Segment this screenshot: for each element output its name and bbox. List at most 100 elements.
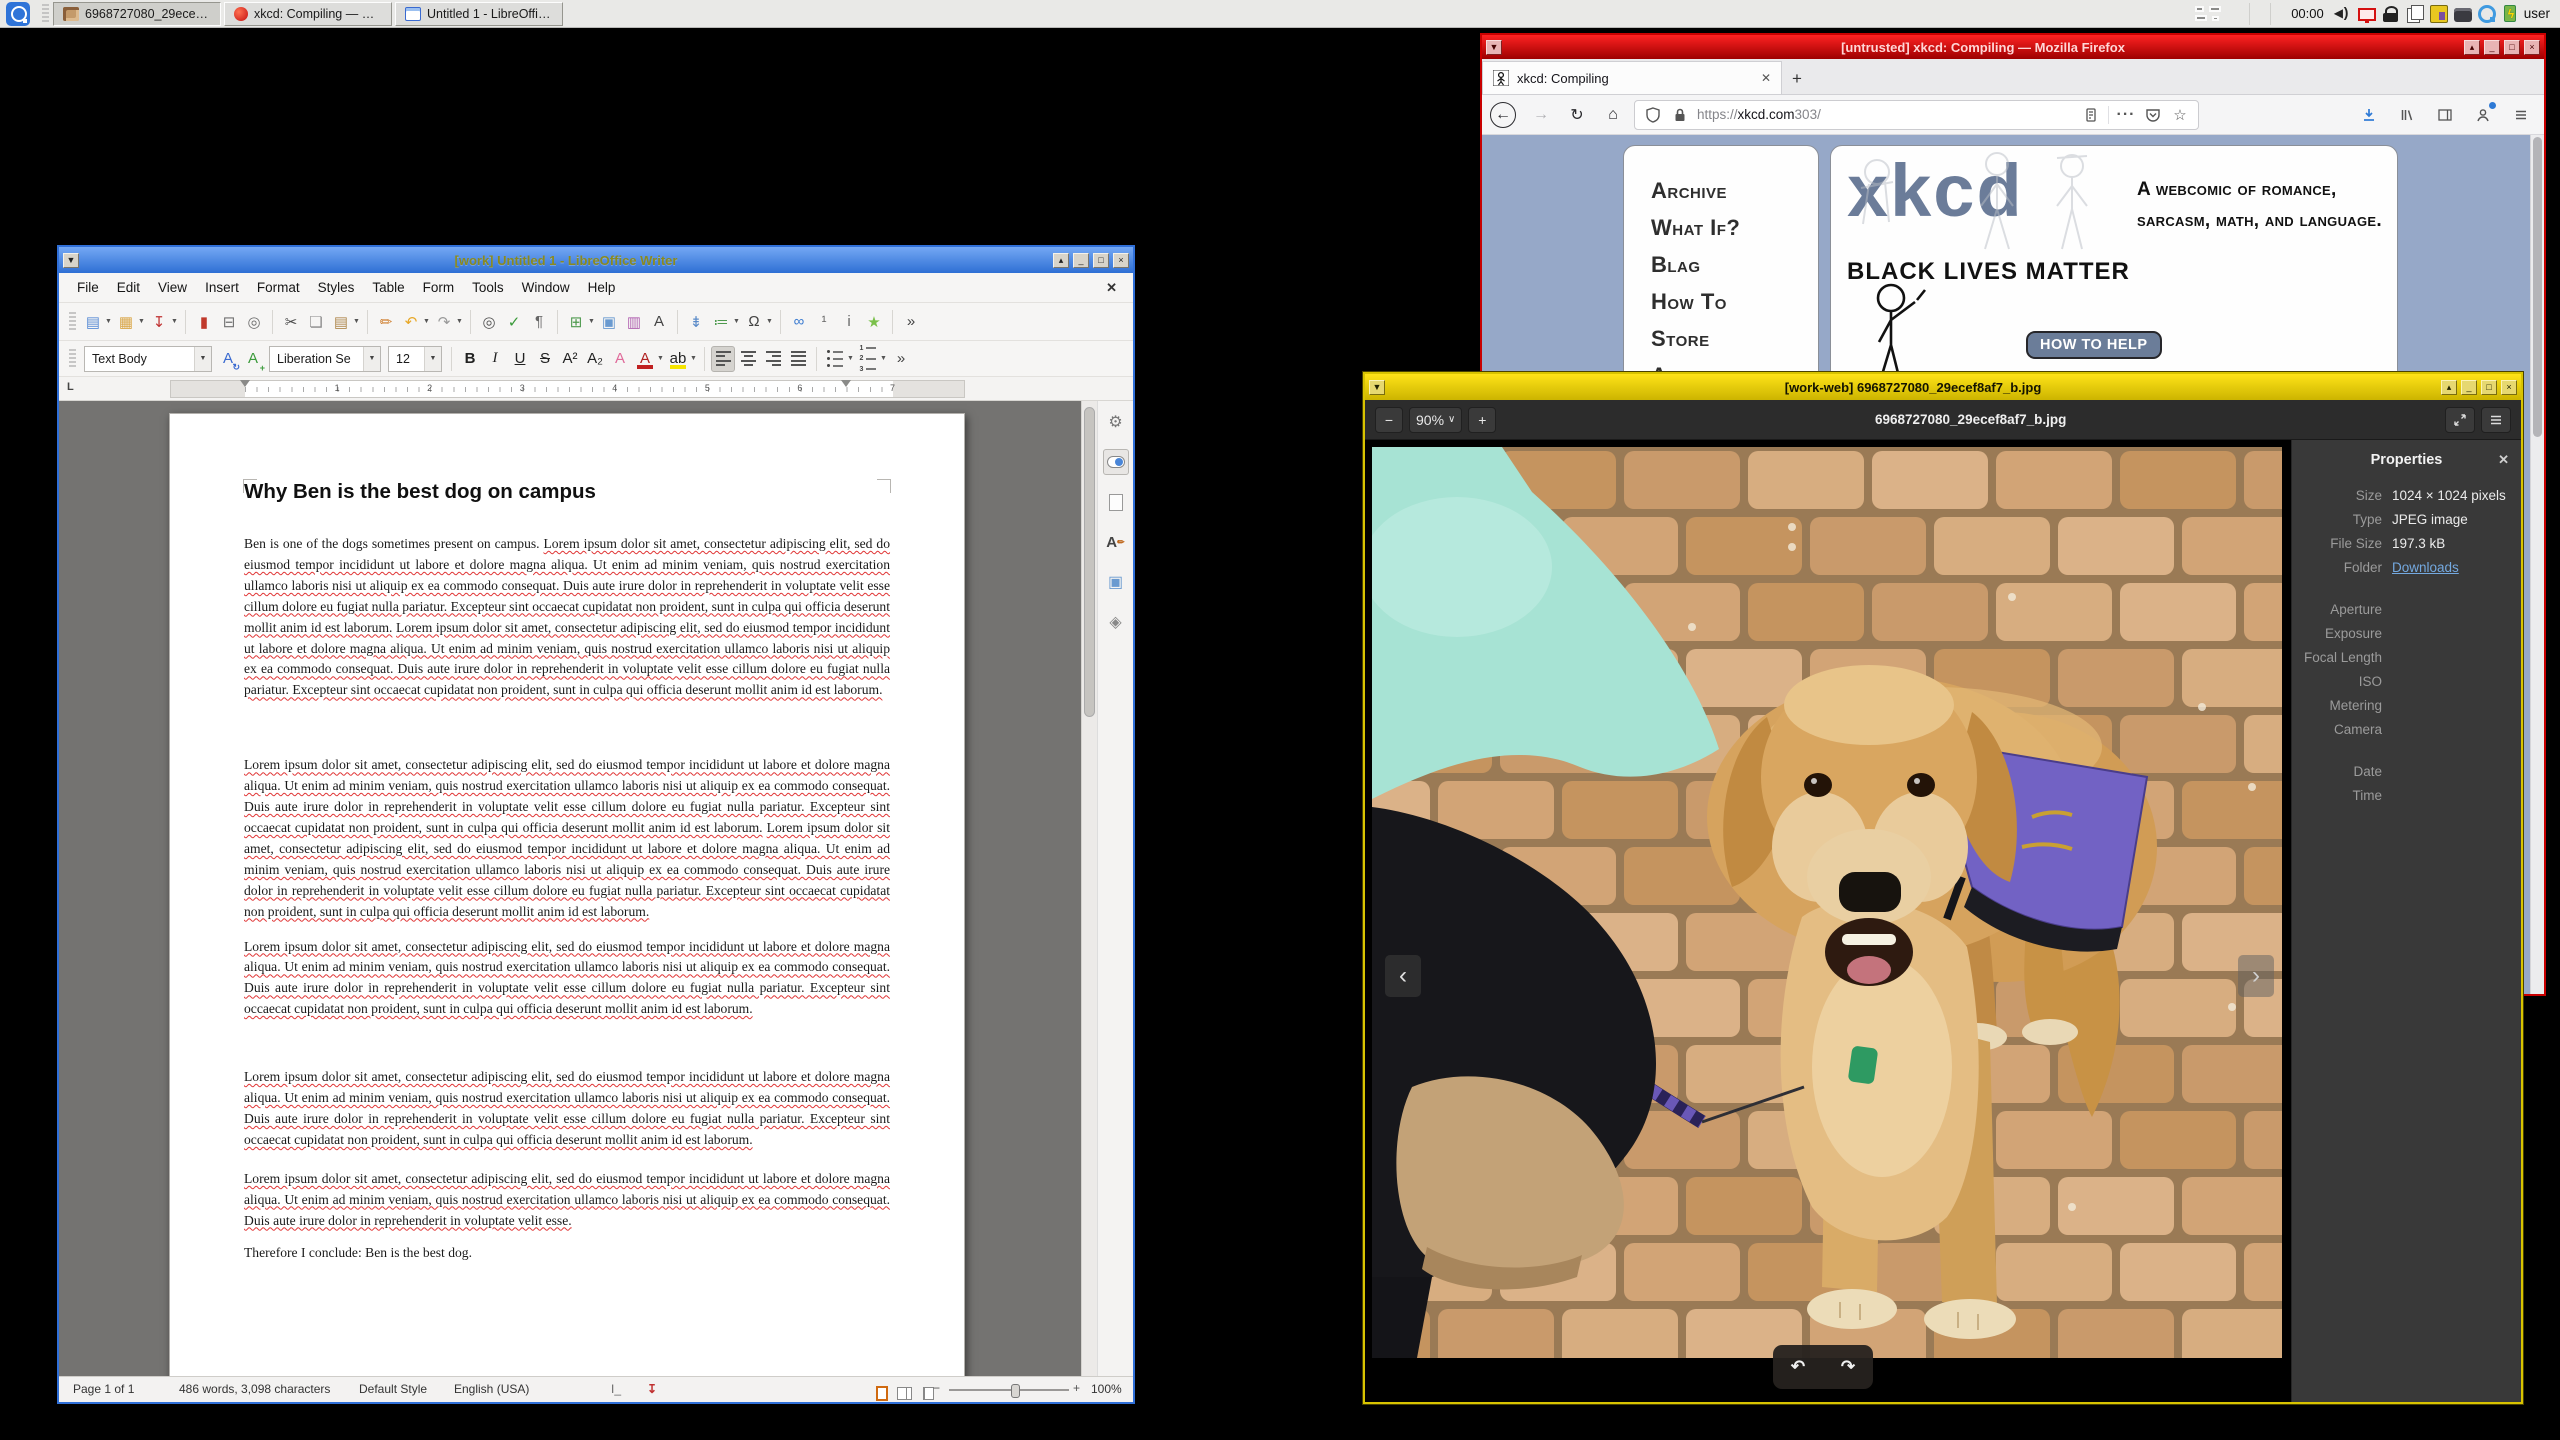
tab-stop-selector[interactable]: L — [67, 381, 81, 395]
viewer-menu-icon[interactable] — [2481, 406, 2511, 433]
rotate-right-icon[interactable]: ↷ — [1841, 1357, 1855, 1377]
tab-xkcd[interactable]: xkcd: Compiling ✕ — [1482, 61, 1782, 94]
sidebar-properties-icon[interactable] — [1102, 449, 1129, 475]
disk-icon[interactable] — [2453, 7, 2472, 22]
insert-special-character-button[interactable]: Ω — [742, 309, 766, 335]
page-scrollbar[interactable] — [2530, 135, 2544, 994]
maximize-button[interactable]: □ — [2481, 379, 2497, 395]
taskbar-window-button[interactable]: 6968727080_29ecef8af... — [53, 1, 221, 26]
shade-button[interactable]: ▴ — [2441, 379, 2457, 395]
superscript-button[interactable]: A² — [558, 346, 582, 372]
image-canvas[interactable]: ‹ › ↶ ↷ — [1365, 440, 2291, 1402]
reload-button[interactable]: ↻ — [1562, 100, 1592, 130]
zoom-plus-icon[interactable]: + — [1073, 1381, 1080, 1395]
viewer-titlebar[interactable]: ▼ [work-web] 6968727080_29ecef8af7_b.jpg… — [1365, 374, 2521, 400]
unordered-list-button[interactable] — [823, 346, 847, 372]
untrusted-display-icon[interactable] — [2357, 8, 2376, 23]
document-content[interactable]: Why Ben is the best dog on campus Ben is… — [244, 480, 890, 1264]
insert-field-button[interactable]: ≔ — [709, 309, 733, 335]
fullscreen-icon[interactable] — [2445, 406, 2475, 433]
export-pdf-button[interactable]: ▮ — [192, 309, 216, 335]
firefox-titlebar[interactable]: ▼ [untrusted] xkcd: Compiling — Mozilla … — [1482, 35, 2544, 59]
sidebar-page-icon[interactable] — [1103, 489, 1129, 515]
subscript-button[interactable]: A₂ — [583, 346, 607, 372]
redo-dropdown[interactable]: ▼ — [455, 309, 464, 335]
menu-view[interactable]: View — [150, 277, 195, 298]
insert-table-button[interactable]: ⊞ — [564, 309, 588, 335]
properties-close-icon[interactable]: ✕ — [2498, 452, 2509, 468]
taskbar-window-button[interactable]: Untitled 1 - LibreOffice W... — [395, 1, 563, 26]
xkcd-logo[interactable]: xkcd — [1847, 152, 2107, 250]
insert-page-break-button[interactable]: ⇟ — [684, 309, 708, 335]
highlighting-color-dropdown[interactable]: ▼ — [689, 346, 698, 372]
minimize-button[interactable]: _ — [2484, 39, 2500, 55]
menu-window[interactable]: Window — [514, 277, 578, 298]
document-page[interactable]: Why Ben is the best dog on campus Ben is… — [169, 413, 965, 1376]
https-lock-icon[interactable] — [1670, 105, 1690, 125]
minimize-button[interactable]: _ — [2461, 379, 2477, 395]
align-justify-button[interactable] — [786, 346, 810, 372]
menu-insert[interactable]: Insert — [197, 277, 247, 298]
highlighting-color-button[interactable]: ab — [666, 346, 690, 372]
insert-hyperlink-button[interactable]: ∞ — [787, 309, 811, 335]
paste-dropdown[interactable]: ▼ — [352, 309, 361, 335]
insert-footnote-button[interactable]: ¹ — [812, 309, 836, 335]
document-scrollbar[interactable] — [1081, 401, 1097, 1376]
bold-button[interactable]: B — [458, 346, 482, 372]
close-button[interactable]: × — [2524, 39, 2540, 55]
insert-image-button[interactable]: ▣ — [597, 309, 621, 335]
taskbar-window-button[interactable]: xkcd: Compiling — Moz... — [224, 1, 392, 26]
font-name-combobox[interactable]: Liberation Se ▼ — [269, 345, 381, 372]
scrollbar-thumb[interactable] — [1084, 407, 1095, 717]
sidebar-navigator-icon[interactable]: ◈ — [1103, 609, 1129, 635]
font-size-dropdown-icon[interactable]: ▼ — [424, 346, 441, 371]
font-size-combobox[interactable]: 12 ▼ — [388, 345, 442, 372]
devices-icon[interactable] — [2429, 4, 2448, 23]
window-menu-icon[interactable]: ▼ — [63, 252, 79, 268]
strikethrough-button[interactable]: S — [533, 346, 557, 372]
new-document-dropdown[interactable]: ▼ — [104, 309, 113, 335]
tab-close-icon[interactable]: ✕ — [1761, 71, 1771, 85]
clone-formatting-button[interactable]: ✏ — [374, 309, 398, 335]
insert-special-character-dropdown[interactable]: ▼ — [765, 309, 774, 335]
menu-help[interactable]: Help — [580, 277, 624, 298]
align-left-button[interactable] — [711, 345, 735, 372]
account-icon[interactable] — [2468, 100, 2498, 130]
insert-table-dropdown[interactable]: ▼ — [587, 309, 596, 335]
save-dropdown[interactable]: ▼ — [170, 309, 179, 335]
status-words[interactable]: 486 words, 3,098 characters — [179, 1382, 330, 1396]
folder-link[interactable]: Downloads — [2392, 556, 2509, 580]
new-document-button[interactable]: ▤ — [81, 309, 105, 335]
back-button[interactable]: ← — [1490, 101, 1516, 128]
downloads-icon[interactable] — [2354, 100, 2384, 130]
clear-formatting-button[interactable]: A — [608, 346, 632, 372]
clipboard-icon[interactable] — [2406, 4, 2424, 23]
xkcd-nav-archive[interactable]: Archive — [1651, 172, 1818, 209]
find-and-replace-button[interactable]: ◎ — [477, 309, 501, 335]
url-text[interactable]: https://xkcd.com303/ — [1697, 107, 2074, 122]
toolbar-overflow-button[interactable]: » — [899, 309, 923, 335]
insert-bookmark-button[interactable]: ★ — [862, 309, 886, 335]
battery-icon[interactable] — [2503, 5, 2516, 22]
horizontal-ruler[interactable]: 1 2 3 4 5 6 7 — [170, 380, 965, 398]
unordered-list-dropdown[interactable]: ▼ — [846, 346, 855, 372]
insert-chart-button[interactable]: ▥ — [622, 309, 646, 335]
maximize-button[interactable]: □ — [1093, 252, 1109, 268]
undo-dropdown[interactable]: ▼ — [422, 309, 431, 335]
zoom-percent[interactable]: 100% — [1091, 1382, 1122, 1396]
underline-button[interactable]: U — [508, 346, 532, 372]
menu-styles[interactable]: Styles — [310, 277, 363, 298]
copy-button[interactable]: ❏ — [304, 309, 328, 335]
new-tab-button[interactable]: + — [1782, 64, 1812, 94]
open-button[interactable]: ▦ — [114, 309, 138, 335]
menu-file[interactable]: File — [69, 277, 107, 298]
zoom-minus-icon[interactable]: − — [933, 1381, 940, 1395]
window-menu-icon[interactable]: ▼ — [1369, 379, 1385, 395]
print-button[interactable]: ⊟ — [217, 309, 241, 335]
window-menu-icon[interactable]: ▼ — [1486, 39, 1502, 55]
menu-hamburger-icon[interactable] — [2506, 100, 2536, 130]
menu-form[interactable]: Form — [415, 277, 463, 298]
reader-view-icon[interactable] — [2081, 105, 2101, 125]
menu-tools[interactable]: Tools — [464, 277, 512, 298]
close-button[interactable]: × — [1113, 252, 1129, 268]
